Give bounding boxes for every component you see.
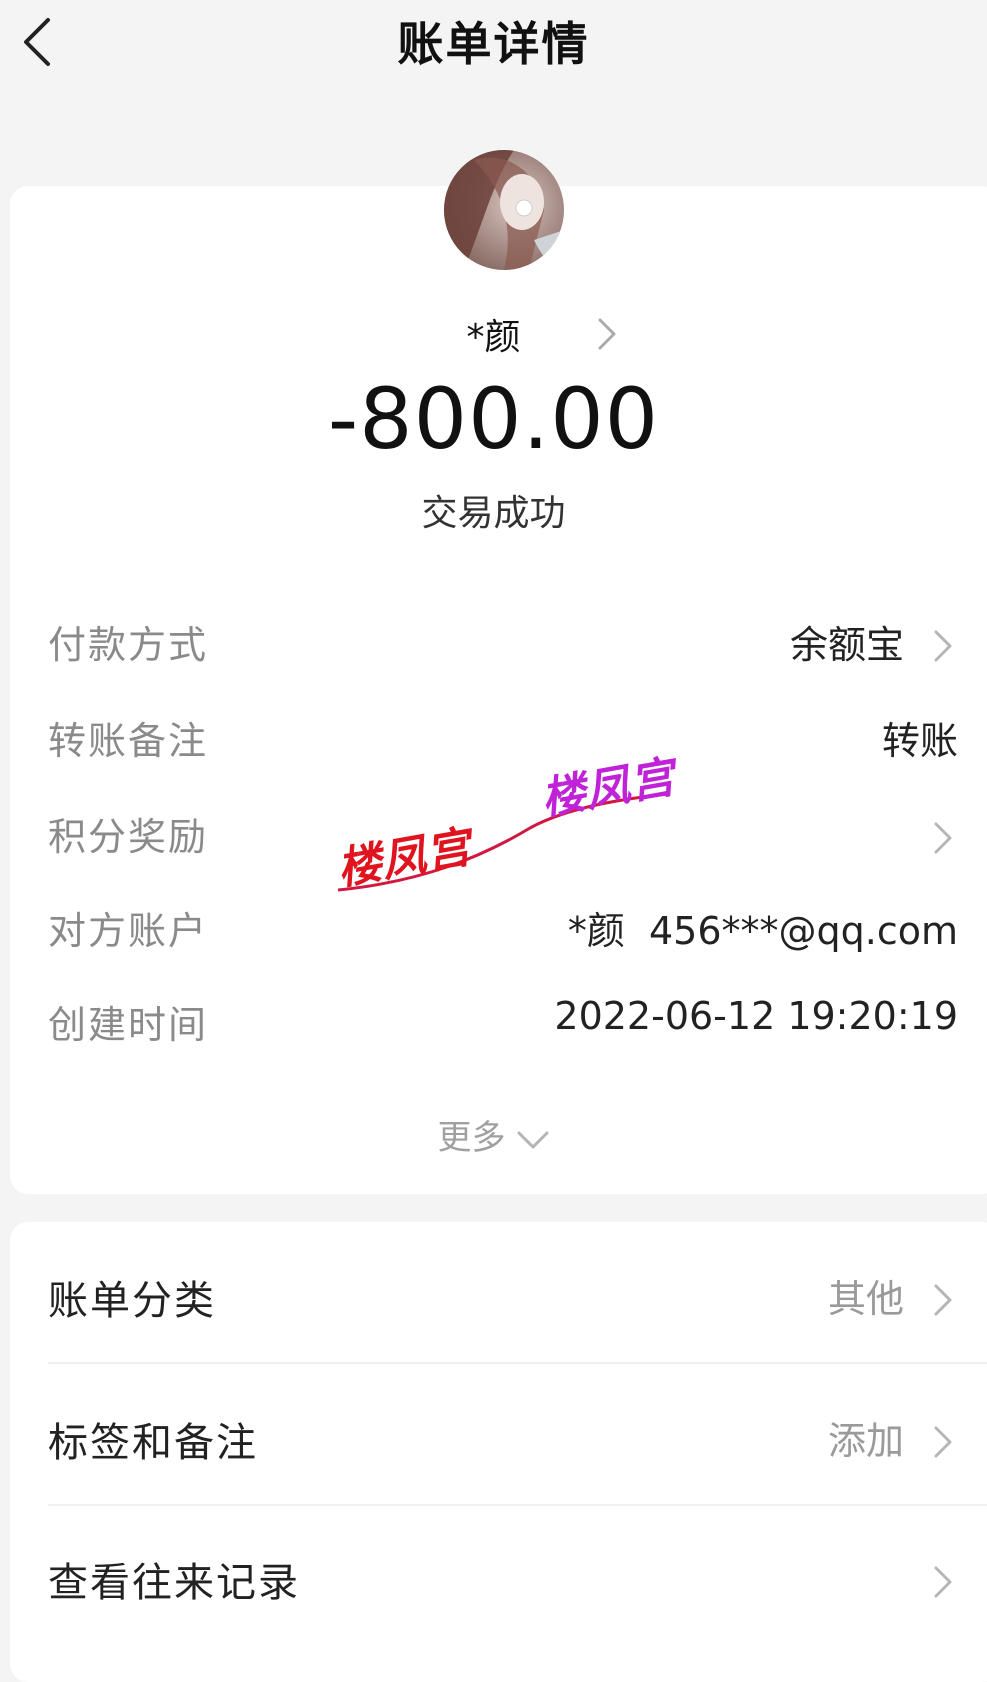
- detail-value: 余额宝: [789, 623, 904, 667]
- detail-label: 积分奖励: [48, 815, 209, 859]
- transaction-amount: -800.00: [327, 370, 660, 468]
- chevron-right-icon: [598, 318, 616, 350]
- detail-label: 付款方式: [48, 623, 209, 667]
- detail-value: *颜 456***@qq.com: [567, 909, 958, 953]
- transaction-status: 交易成功: [421, 493, 566, 534]
- more-label: 更多: [437, 1118, 506, 1158]
- avatar[interactable]: [444, 150, 564, 270]
- detail-row-counterparty-account: 对方账户 *颜 456***@qq.com: [48, 900, 958, 960]
- action-value: 添加: [827, 1419, 904, 1463]
- detail-value: 转账: [881, 719, 958, 763]
- detail-label: 创建时间: [48, 1003, 209, 1047]
- page-title: 账单详情: [397, 17, 590, 71]
- divider: [48, 1362, 987, 1364]
- action-label: 查看往来记录: [48, 1560, 300, 1606]
- chevron-right-icon: [934, 822, 952, 854]
- top-nav-bar: 账单详情: [0, 0, 987, 90]
- detail-value: 2022-06-12 19:20:19: [554, 994, 958, 1038]
- chevron-right-icon: [934, 1426, 952, 1458]
- detail-row-payment-method[interactable]: 付款方式 余额宝: [48, 614, 958, 674]
- payee-name: *颜: [466, 317, 521, 358]
- detail-label: 转账备注: [48, 719, 209, 763]
- detail-row-transfer-note: 转账备注 转账: [48, 710, 958, 770]
- user-avatar-photo: [444, 150, 564, 270]
- action-view-history[interactable]: 查看往来记录: [48, 1550, 958, 1620]
- payee-row[interactable]: *颜: [0, 308, 987, 360]
- action-label: 标签和备注: [48, 1420, 258, 1466]
- action-value: 其他: [827, 1277, 904, 1321]
- more-toggle[interactable]: 更多: [0, 1110, 987, 1159]
- action-bill-category[interactable]: 账单分类 其他: [48, 1268, 958, 1338]
- chevron-right-icon: [934, 1284, 952, 1316]
- chevron-right-icon: [934, 630, 952, 662]
- chevron-right-icon: [934, 1566, 952, 1598]
- divider: [48, 1504, 987, 1506]
- chevron-down-icon: [517, 1131, 548, 1148]
- detail-label: 对方账户: [48, 909, 209, 953]
- action-label: 账单分类: [48, 1278, 216, 1324]
- action-tags-and-notes[interactable]: 标签和备注 添加: [48, 1410, 958, 1480]
- detail-row-created-time: 创建时间 2022-06-12 19:20:19: [48, 994, 958, 1054]
